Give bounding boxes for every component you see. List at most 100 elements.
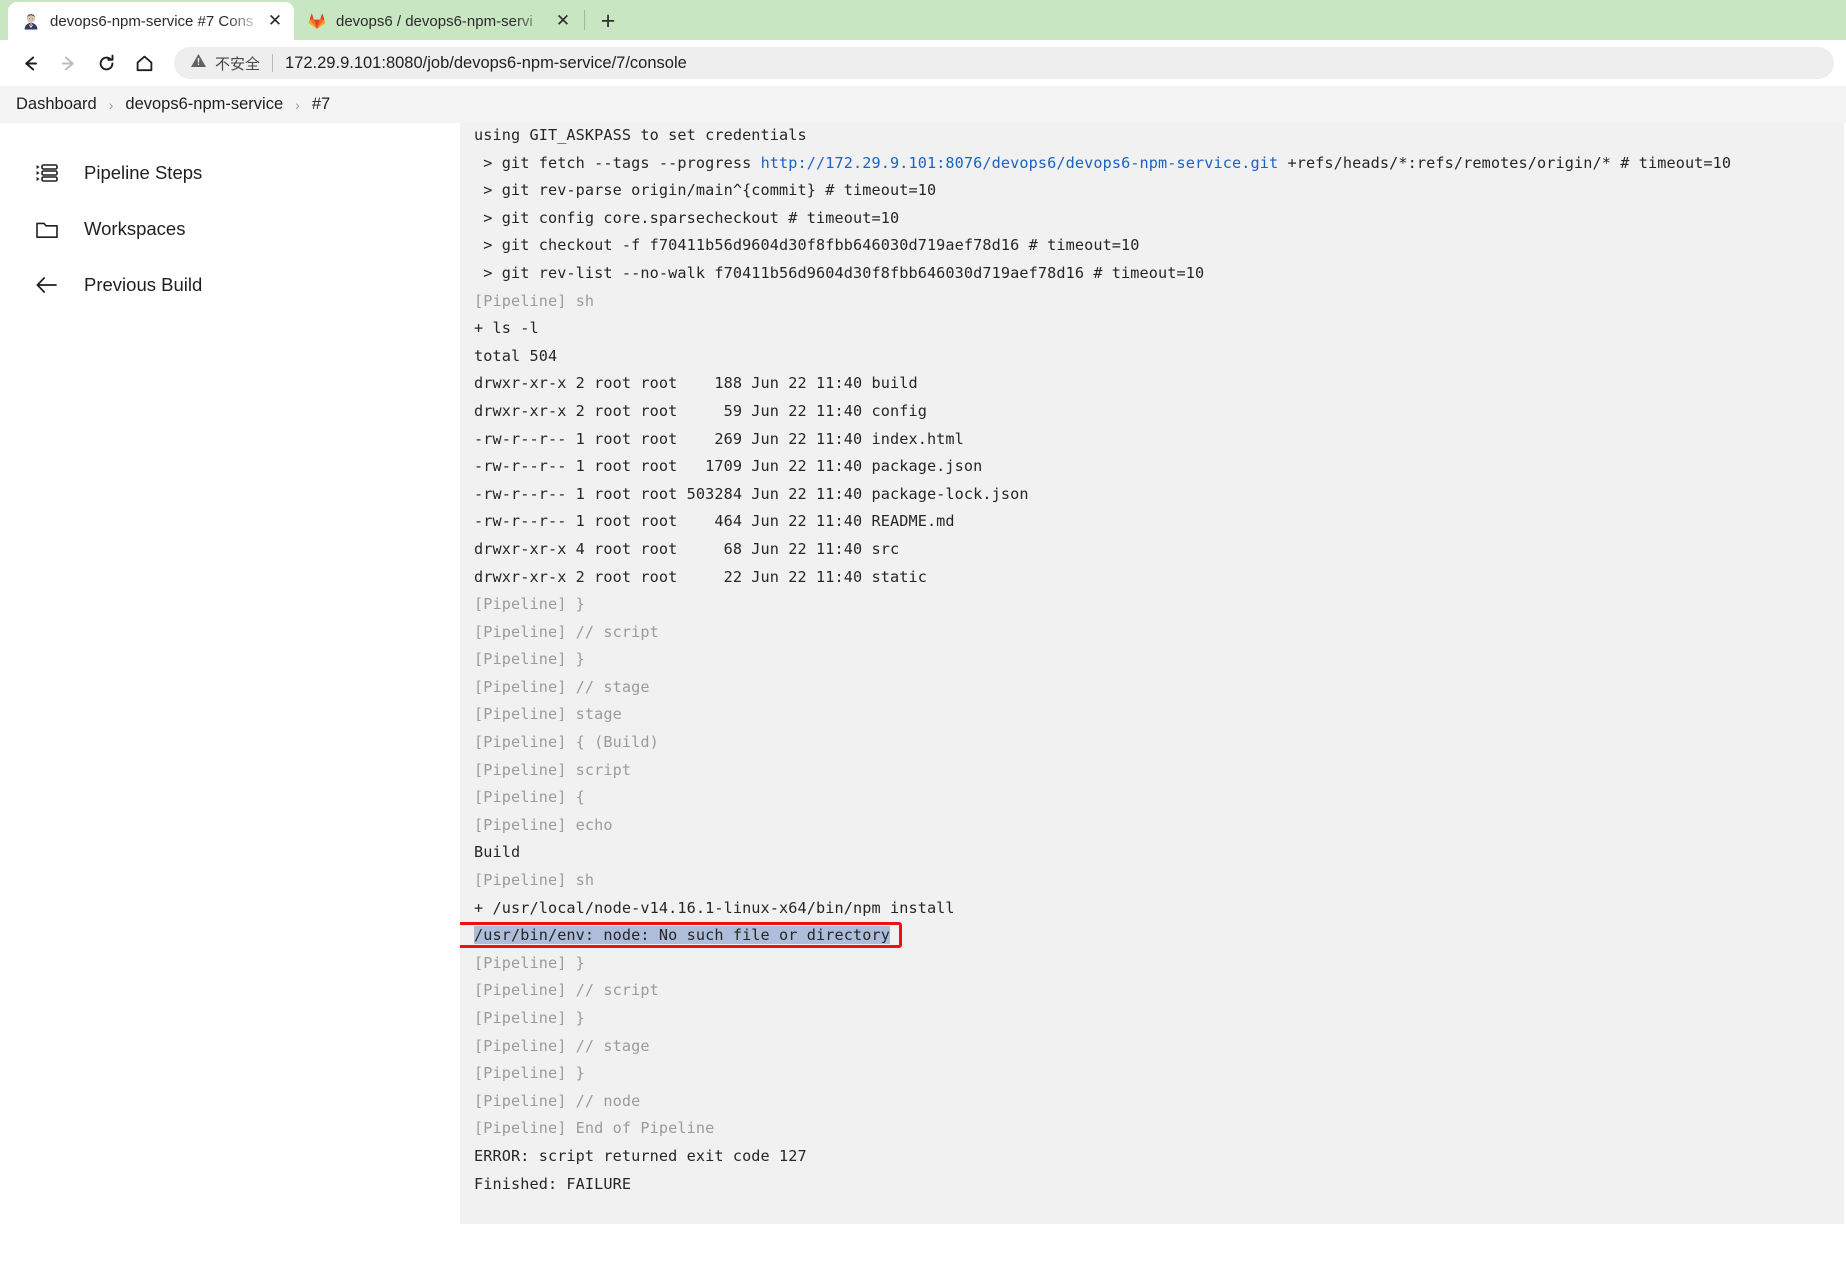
browser-tab-title: devops6-npm-service #7 Cons: [50, 13, 264, 30]
breadcrumb-item-dashboard[interactable]: Dashboard: [16, 95, 97, 114]
home-icon[interactable]: [126, 45, 162, 81]
pipeline-tag: [Pipeline] }: [474, 595, 585, 613]
chevron-right-icon: ›: [109, 97, 114, 113]
folder-icon: [34, 216, 60, 242]
left-arrow-icon: [34, 272, 60, 298]
pipeline-tag: [Pipeline] // stage: [474, 1037, 650, 1055]
console-log-line: -rw-r--r-- 1 root root 464 Jun 22 11:40 …: [460, 508, 1844, 536]
pipeline-tag: [Pipeline] {: [474, 788, 585, 806]
console-log-line: [Pipeline] }: [460, 646, 1844, 674]
log-text: > git rev-parse origin/main^{commit} # t…: [474, 181, 936, 199]
log-text: drwxr-xr-x 2 root root 188 Jun 22 11:40 …: [474, 374, 918, 392]
pipeline-tag: [Pipeline] { (Build): [474, 733, 659, 751]
console-log-line: total 504: [460, 343, 1844, 371]
console-log-line: [Pipeline] }: [460, 1005, 1844, 1033]
browser-tab-gitlab[interactable]: devops6 / devops6-npm-servi ✕: [294, 2, 582, 40]
jenkins-butler-icon: [22, 12, 40, 30]
close-icon[interactable]: ✕: [552, 10, 574, 32]
log-text: > git checkout -f f70411b56d9604d30f8fbb…: [474, 236, 1140, 254]
browser-toolbar: 不安全 172.29.9.101:8080/job/devops6-npm-se…: [0, 40, 1846, 86]
console-log-line: using GIT_ASKPASS to set credentials: [460, 123, 1844, 150]
console-log-line: -rw-r--r-- 1 root root 1709 Jun 22 11:40…: [460, 453, 1844, 481]
console-log-line: [Pipeline] // script: [460, 977, 1844, 1005]
log-text: -rw-r--r-- 1 root root 1709 Jun 22 11:40…: [474, 457, 982, 475]
console-log-line: drwxr-xr-x 2 root root 188 Jun 22 11:40 …: [460, 370, 1844, 398]
console-log-line: /usr/bin/env: node: No such file or dire…: [460, 922, 1844, 950]
log-text: + /usr/local/node-v14.16.1-linux-x64/bin…: [474, 899, 955, 917]
console-log-line: -rw-r--r-- 1 root root 503284 Jun 22 11:…: [460, 481, 1844, 509]
log-text: drwxr-xr-x 2 root root 59 Jun 22 11:40 c…: [474, 402, 927, 420]
console-log-line: -rw-r--r-- 1 root root 269 Jun 22 11:40 …: [460, 426, 1844, 454]
console-log-line: ERROR: script returned exit code 127: [460, 1143, 1844, 1171]
tab-divider: [584, 10, 585, 30]
console-log-line: [Pipeline] // script: [460, 619, 1844, 647]
back-arrow-icon[interactable]: [12, 45, 48, 81]
pipeline-tag: [Pipeline] }: [474, 650, 585, 668]
sidebar-item-label: Workspaces: [84, 218, 185, 240]
console-log-line: [Pipeline] { (Build): [460, 729, 1844, 757]
log-text: -rw-r--r-- 1 root root 464 Jun 22 11:40 …: [474, 512, 955, 530]
log-text: -rw-r--r-- 1 root root 503284 Jun 22 11:…: [474, 485, 1029, 503]
error-line-selected-text: /usr/bin/env: node: No such file or dire…: [474, 926, 890, 944]
close-icon[interactable]: ✕: [264, 10, 286, 32]
jenkins-page: Dashboard › devops6-npm-service › #7: [0, 86, 1846, 1262]
sidebar: Pipeline Steps Workspaces Previous: [0, 123, 460, 1262]
pipeline-tag: [Pipeline] echo: [474, 816, 613, 834]
browser-tab-strip: devops6-npm-service #7 Cons ✕ devops6 / …: [0, 0, 1846, 40]
console-log-line: Finished: FAILURE: [460, 1171, 1844, 1199]
log-text: > git fetch --tags --progress: [474, 154, 761, 172]
log-text: drwxr-xr-x 4 root root 68 Jun 22 11:40 s…: [474, 540, 899, 558]
breadcrumb: Dashboard › devops6-npm-service › #7: [0, 86, 1846, 123]
console-log-line: > git rev-parse origin/main^{commit} # t…: [460, 177, 1844, 205]
sidebar-item-previous-build[interactable]: Previous Build: [0, 257, 460, 313]
console-log-line: Build: [460, 839, 1844, 867]
console-log-line: [Pipeline] End of Pipeline: [460, 1115, 1844, 1143]
pipeline-tag: [Pipeline] // node: [474, 1092, 640, 1110]
log-text: Build: [474, 843, 520, 861]
gitlab-fox-icon: [308, 12, 326, 30]
console-log-line: drwxr-xr-x 2 root root 22 Jun 22 11:40 s…: [460, 564, 1844, 592]
console-log-line: [Pipeline] // stage: [460, 674, 1844, 702]
pipeline-tag: sh: [576, 292, 595, 310]
log-text: > git config core.sparsecheckout # timeo…: [474, 209, 899, 227]
reload-icon[interactable]: [88, 45, 124, 81]
pipeline-tag: [Pipeline] End of Pipeline: [474, 1119, 714, 1137]
pipeline-tag: [Pipeline] // script: [474, 981, 659, 999]
console-log-line: drwxr-xr-x 2 root root 59 Jun 22 11:40 c…: [460, 398, 1844, 426]
pipeline-tag: [Pipeline]: [474, 292, 576, 310]
omnibox-divider: [272, 54, 273, 72]
forward-arrow-icon[interactable]: [50, 45, 86, 81]
log-text: + ls -l: [474, 319, 539, 337]
breadcrumb-item-build[interactable]: #7: [312, 95, 330, 114]
pipeline-tag: [Pipeline] sh: [474, 871, 594, 889]
sidebar-item-label: Previous Build: [84, 274, 202, 296]
console-log-line: [Pipeline] {: [460, 784, 1844, 812]
chevron-right-icon: ›: [295, 97, 300, 113]
sidebar-item-workspaces[interactable]: Workspaces: [0, 201, 460, 257]
not-secure-warning-icon: [190, 52, 207, 74]
sidebar-item-pipeline-steps[interactable]: Pipeline Steps: [0, 145, 460, 201]
log-text: > git rev-list --no-walk f70411b56d9604d…: [474, 264, 1204, 282]
pipeline-steps-icon: [34, 160, 60, 186]
console-log-line: [Pipeline] stage: [460, 701, 1844, 729]
console-log-line: [Pipeline] sh: [460, 288, 1844, 316]
console-log-line: [Pipeline] echo: [460, 812, 1844, 840]
console-log-line: [Pipeline] // stage: [460, 1033, 1844, 1061]
repo-url-link[interactable]: http://172.29.9.101:8076/devops6/devops6…: [761, 154, 1279, 172]
log-text: using GIT_ASKPASS to set credentials: [474, 126, 807, 144]
console-output-scroll[interactable]: using GIT_ASKPASS to set credentialsusin…: [460, 123, 1846, 1262]
url-text[interactable]: 172.29.9.101:8080/job/devops6-npm-servic…: [285, 54, 687, 73]
browser-tab-jenkins[interactable]: devops6-npm-service #7 Cons ✕: [8, 2, 294, 40]
log-text: -rw-r--r-- 1 root root 269 Jun 22 11:40 …: [474, 430, 964, 448]
console-log-line: [Pipeline] }: [460, 1060, 1844, 1088]
console-log-line: [Pipeline] }: [460, 591, 1844, 619]
pipeline-tag: [Pipeline] // stage: [474, 678, 650, 696]
console-log-line: [Pipeline] }: [460, 950, 1844, 978]
console-log-line: [Pipeline] sh: [460, 867, 1844, 895]
breadcrumb-item-job[interactable]: devops6-npm-service: [125, 95, 283, 114]
pipeline-tag: [Pipeline] }: [474, 1064, 585, 1082]
address-bar[interactable]: 不安全 172.29.9.101:8080/job/devops6-npm-se…: [174, 47, 1834, 79]
new-tab-button[interactable]: +: [591, 4, 625, 38]
console-output: using GIT_ASKPASS to set credentialsusin…: [460, 123, 1844, 1224]
console-log-line: drwxr-xr-x 4 root root 68 Jun 22 11:40 s…: [460, 536, 1844, 564]
